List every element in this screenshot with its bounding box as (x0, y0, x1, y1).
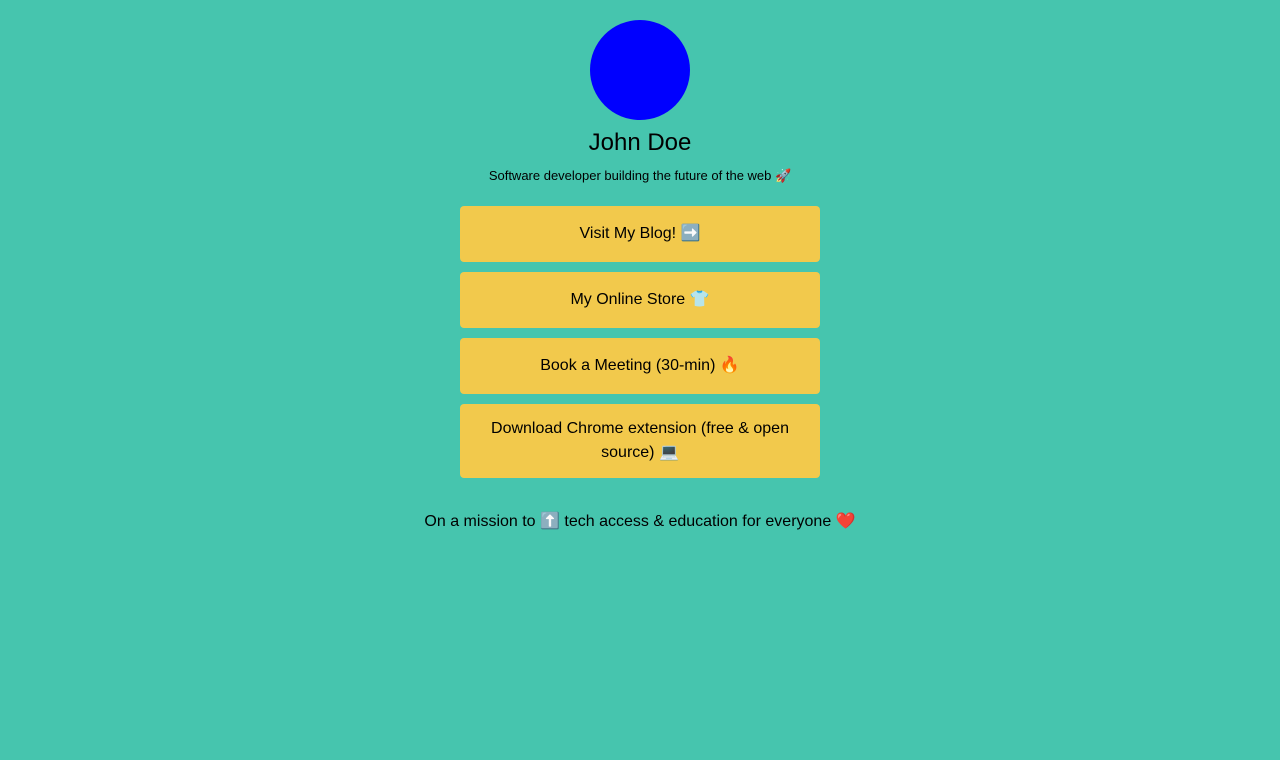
link-list: Visit My Blog! ➡️ My Online Store 👕 Book… (460, 206, 820, 488)
profile-bio: Software developer building the future o… (488, 168, 792, 183)
profile-name: John Doe (588, 129, 692, 156)
profile-page: John Doe Software developer building the… (0, 0, 1280, 760)
avatar (590, 20, 690, 120)
chrome-extension-link-button[interactable]: Download Chrome extension (free & open s… (460, 404, 820, 478)
meeting-link-button[interactable]: Book a Meeting (30-min) 🔥 (460, 338, 820, 394)
store-link-button[interactable]: My Online Store 👕 (460, 272, 820, 328)
mission-statement: On a mission to ⬆️ tech access & educati… (424, 513, 856, 530)
blog-link-button[interactable]: Visit My Blog! ➡️ (460, 206, 820, 262)
